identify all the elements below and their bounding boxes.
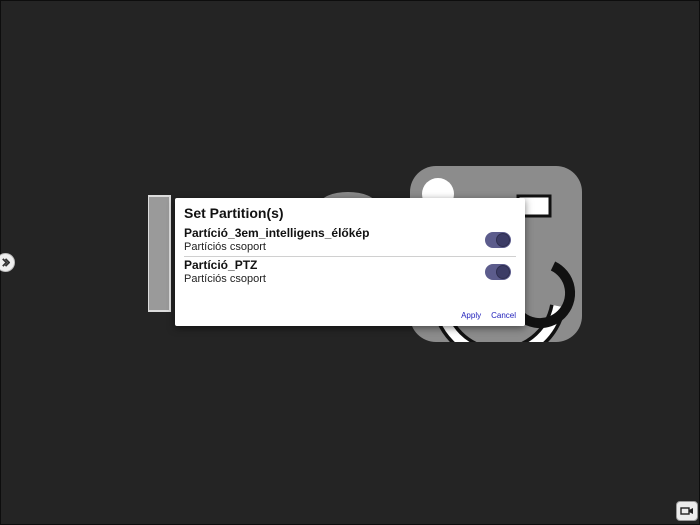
partition-toggle[interactable] xyxy=(485,232,511,248)
toggle-knob xyxy=(496,233,510,247)
partition-item[interactable]: Partíció_3em_intelligens_élőkép Partíció… xyxy=(184,226,516,258)
camera-switch-button[interactable] xyxy=(676,501,698,521)
dialog-title: Set Partition(s) xyxy=(184,205,284,221)
toggle-knob xyxy=(496,265,510,279)
dialog-actions: Apply Cancel xyxy=(461,311,516,320)
camera-switch-icon xyxy=(680,507,693,515)
row-divider xyxy=(184,256,516,257)
partition-toggle[interactable] xyxy=(485,264,511,280)
partition-name: Partíció_3em_intelligens_élőkép xyxy=(184,226,370,240)
apply-button[interactable]: Apply xyxy=(461,311,481,320)
partition-group-label: Partíciós csoport xyxy=(184,241,266,253)
chevron-right-icon xyxy=(2,258,10,267)
partition-item[interactable]: Partíció_PTZ Partíciós csoport xyxy=(184,258,516,290)
partition-name: Partíció_PTZ xyxy=(184,258,258,272)
set-partitions-dialog: Set Partition(s) Partíció_3em_intelligen… xyxy=(175,198,525,326)
cancel-button[interactable]: Cancel xyxy=(491,311,516,320)
partition-group-label: Partíciós csoport xyxy=(184,273,266,285)
